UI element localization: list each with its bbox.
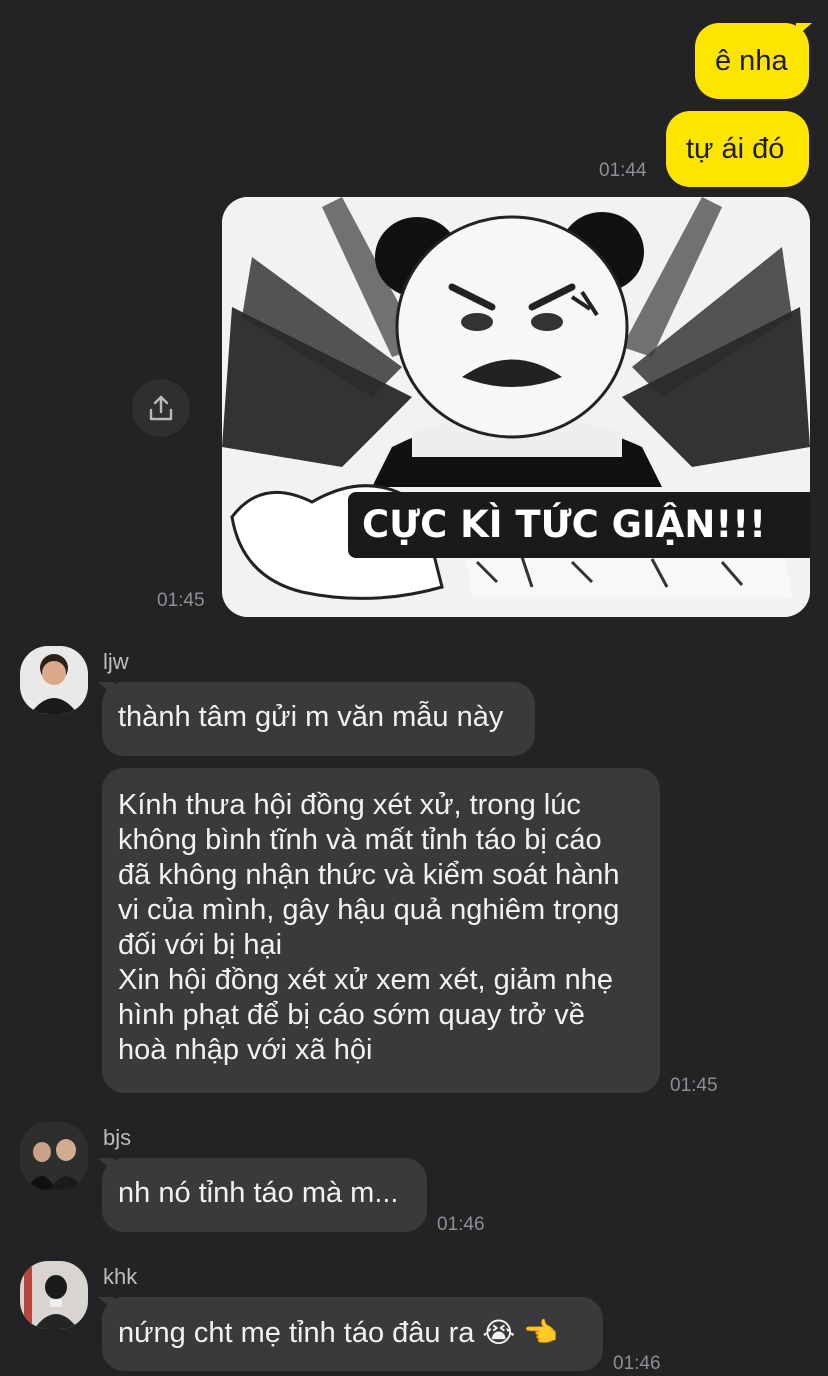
timestamp: 01:45 (157, 590, 205, 611)
crying-emoji: 😭 (482, 1316, 516, 1349)
outgoing-message[interactable]: tự ái đó (666, 111, 809, 187)
sender-name: bjs (103, 1125, 132, 1150)
sender-name: ljw (103, 649, 129, 674)
message-line: hình phạt để bị cáo sớm quay trở về (118, 999, 585, 1031)
message-line: không bình tĩnh và mất tỉnh táo bị cáo (118, 824, 602, 856)
timestamp: 01:44 (599, 160, 647, 181)
message-line: đối với bị hại (118, 929, 283, 961)
share-icon (149, 395, 173, 421)
timestamp: 01:46 (437, 1214, 485, 1235)
avatar[interactable] (20, 1261, 88, 1329)
message-text: nứng cht mẹ tỉnh táo đâu ra (118, 1317, 475, 1349)
message-text: nh nó tỉnh táo mà m... (118, 1177, 399, 1209)
incoming-message[interactable]: nh nó tỉnh táo mà m... (102, 1158, 427, 1232)
incoming-message[interactable]: thành tâm gửi m văn mẫu này (102, 682, 535, 756)
message-line: Xin hội đồng xét xử xem xét, giảm nhẹ (118, 964, 613, 996)
timestamp: 01:45 (670, 1075, 718, 1096)
incoming-message[interactable]: nứng cht mẹ tỉnh táo đâu ra 😭 👈 (102, 1297, 603, 1371)
incoming-message[interactable]: Kính thưa hội đồng xét xử, trong lúc khô… (102, 768, 660, 1093)
outgoing-message[interactable]: ê nha (695, 23, 809, 99)
timestamp: 01:46 (613, 1353, 661, 1374)
share-button[interactable] (132, 379, 190, 437)
bubble-tail (796, 23, 812, 37)
message-line: hoà nhập với xã hội (118, 1034, 373, 1066)
avatar[interactable] (20, 646, 88, 714)
avatar[interactable] (20, 1122, 88, 1190)
message-line: Kính thưa hội đồng xét xử, trong lúc (118, 789, 581, 821)
message-line: đã không nhận thức và kiểm soát hành (118, 859, 620, 891)
message-text: ê nha (715, 45, 788, 77)
pointing-hand-emoji: 👈 (523, 1316, 559, 1349)
message-text: thành tâm gửi m văn mẫu này (118, 701, 504, 733)
sender-name: khk (103, 1264, 138, 1289)
message-line: vi của mình, gây hậu quả nghiêm trọng (118, 894, 620, 926)
message-text: tự ái đó (686, 133, 785, 165)
sticker-caption: CỰC KÌ TỨC GIẬN!!! (348, 492, 810, 558)
